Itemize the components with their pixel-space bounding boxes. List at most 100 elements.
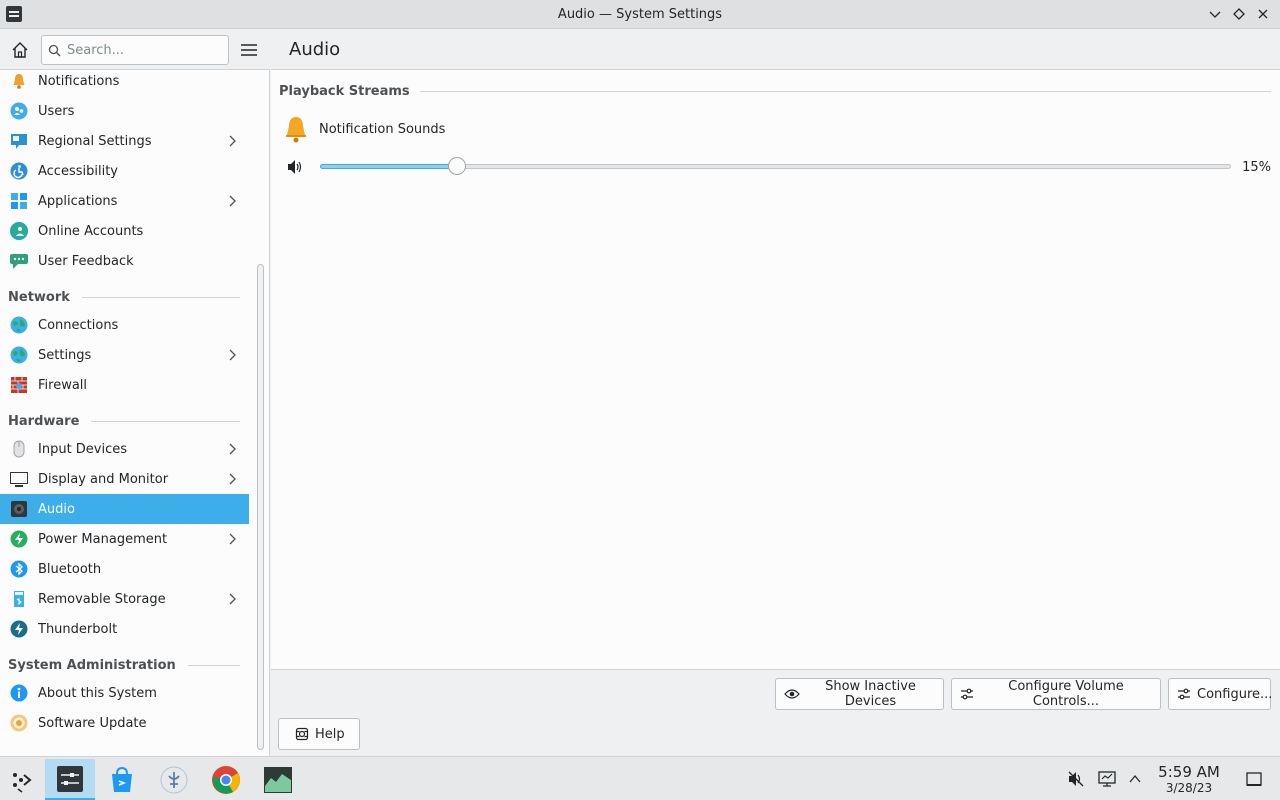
chevron-right-icon bbox=[229, 473, 236, 485]
sidebar-item-user-feedback[interactable]: User Feedback bbox=[0, 246, 249, 276]
application-launcher-button[interactable] bbox=[0, 759, 42, 800]
help-button[interactable]: Help bbox=[278, 718, 360, 750]
sidebar-item-display-and-monitor[interactable]: Display and Monitor bbox=[0, 464, 249, 494]
chevron-right-icon bbox=[229, 135, 236, 147]
sidebar-item-regional-settings[interactable]: Regional Settings bbox=[0, 126, 249, 156]
sidebar-item-label: Input Devices bbox=[38, 441, 128, 457]
configure-volume-controls-button[interactable]: Configure Volume Controls... bbox=[951, 678, 1161, 710]
taskbar-system-monitor[interactable] bbox=[253, 759, 303, 800]
close-icon bbox=[1258, 9, 1268, 19]
sidebar-item-online-accounts[interactable]: Online Accounts bbox=[0, 216, 249, 246]
volume-slider-handle[interactable] bbox=[448, 157, 466, 175]
taskbar-steam[interactable] bbox=[149, 759, 199, 800]
chrome-browser-icon bbox=[212, 766, 240, 794]
search-field[interactable] bbox=[41, 35, 229, 65]
sidebar-item-thunderbolt[interactable]: Thunderbolt bbox=[0, 614, 249, 644]
digital-clock[interactable]: 5:59 AM 3/28/23 bbox=[1148, 763, 1230, 796]
online-accounts-icon bbox=[9, 221, 29, 241]
sidebar-item-label: Notifications bbox=[38, 73, 120, 89]
applications-icon bbox=[9, 191, 29, 211]
sidebar: Notifications Users Regional Settings Ac… bbox=[0, 70, 250, 756]
sidebar-item-notifications[interactable]: Notifications bbox=[0, 70, 249, 96]
regional-settings-icon bbox=[9, 131, 29, 151]
diamond-icon bbox=[1233, 8, 1245, 20]
divider bbox=[91, 420, 240, 422]
sidebar-item-about-this-system[interactable]: About this System bbox=[0, 678, 249, 708]
sidebar-item-label: Power Management bbox=[38, 531, 168, 547]
search-input[interactable] bbox=[67, 42, 217, 58]
divider bbox=[419, 91, 1271, 92]
show-inactive-devices-button[interactable]: Show Inactive Devices bbox=[775, 678, 944, 710]
sidebar-item-label: Applications bbox=[38, 193, 118, 209]
section-header-system-administration: System Administration bbox=[8, 655, 240, 675]
sidebar-item-accessibility[interactable]: Accessibility bbox=[0, 156, 249, 186]
show-hidden-icons-button[interactable] bbox=[1125, 769, 1145, 789]
configure-button[interactable]: Configure... bbox=[1168, 678, 1272, 710]
sliders-icon bbox=[960, 688, 974, 700]
clock-date: 3/28/23 bbox=[1165, 781, 1213, 795]
taskbar-system-settings[interactable] bbox=[45, 759, 95, 800]
taskbar-chrome[interactable] bbox=[201, 759, 251, 800]
system-settings-app-icon bbox=[6, 6, 22, 22]
button-label: Configure Volume Controls... bbox=[1008, 679, 1124, 709]
chevron-right-icon bbox=[229, 593, 236, 605]
minimize-button[interactable] bbox=[1204, 4, 1226, 24]
speaker-volume-icon bbox=[288, 160, 302, 174]
sidebar-item-label: Display and Monitor bbox=[38, 471, 169, 487]
sidebar-item-power-management[interactable]: Power Management bbox=[0, 524, 249, 554]
home-button[interactable] bbox=[8, 38, 32, 62]
sidebar-item-label: Regional Settings bbox=[38, 133, 152, 149]
section-header-network: Network bbox=[8, 287, 240, 307]
app-launcher-icon bbox=[13, 773, 32, 793]
chevron-up-icon bbox=[1129, 774, 1141, 783]
network-tray-icon[interactable] bbox=[1097, 769, 1117, 789]
storage-icon bbox=[9, 589, 29, 609]
sidebar-item-software-update[interactable]: Software Update bbox=[0, 708, 249, 738]
hamburger-menu-button[interactable] bbox=[238, 39, 260, 61]
eye-icon bbox=[784, 688, 800, 700]
sidebar-item-label: Software Update bbox=[38, 715, 147, 731]
content-header: Audio bbox=[271, 29, 1280, 70]
power-icon bbox=[9, 529, 29, 549]
sidebar-item-label: Settings bbox=[38, 347, 92, 363]
sidebar-item-audio[interactable]: Audio bbox=[0, 494, 249, 524]
info-icon bbox=[9, 683, 29, 703]
sidebar-item-label: Bluetooth bbox=[38, 561, 102, 577]
sidebar-item-applications[interactable]: Applications bbox=[0, 186, 249, 216]
sidebar-scrollbar-thumb[interactable] bbox=[257, 264, 264, 750]
feedback-icon bbox=[9, 251, 29, 271]
volume-muted-tray-icon[interactable] bbox=[1066, 769, 1086, 789]
sidebar-item-network-settings[interactable]: Settings bbox=[0, 340, 249, 370]
sidebar-item-removable-storage[interactable]: Removable Storage bbox=[0, 584, 249, 614]
mute-toggle-button[interactable] bbox=[286, 158, 304, 180]
divider bbox=[81, 296, 240, 298]
chevron-right-icon bbox=[229, 349, 236, 361]
sidebar-item-firewall[interactable]: Firewall bbox=[0, 370, 249, 400]
sidebar-item-input-devices[interactable]: Input Devices bbox=[0, 434, 249, 464]
accessibility-icon bbox=[9, 161, 29, 181]
clock-time: 5:59 AM bbox=[1158, 763, 1220, 781]
audio-content: Playback Streams Notification Sounds 15% bbox=[271, 70, 1280, 669]
maximize-button[interactable] bbox=[1228, 4, 1250, 24]
sliders-icon bbox=[1177, 688, 1191, 700]
show-desktop-icon bbox=[1246, 772, 1262, 786]
button-label: Show Inactive Devices bbox=[825, 679, 916, 709]
sidebar-item-bluetooth[interactable]: Bluetooth bbox=[0, 554, 249, 584]
taskbar-discover[interactable] bbox=[97, 759, 147, 800]
stream-name: Notification Sounds bbox=[319, 122, 446, 137]
sidebar-item-label: Firewall bbox=[38, 377, 88, 393]
section-title: Hardware bbox=[8, 413, 80, 429]
show-desktop-button[interactable] bbox=[1244, 769, 1264, 789]
sidebar-item-label: Connections bbox=[38, 317, 119, 333]
section-title: Network bbox=[8, 289, 70, 305]
window-titlebar: Audio — System Settings bbox=[0, 0, 1280, 29]
sidebar-item-label: Online Accounts bbox=[38, 223, 144, 239]
sidebar-item-label: Removable Storage bbox=[38, 591, 166, 607]
mouse-icon bbox=[9, 439, 29, 459]
close-button[interactable] bbox=[1252, 4, 1274, 24]
button-label: Help bbox=[315, 726, 345, 742]
window-title: Audio — System Settings bbox=[557, 6, 723, 22]
system-settings-icon bbox=[57, 765, 83, 792]
sidebar-item-users[interactable]: Users bbox=[0, 96, 249, 126]
sidebar-item-connections[interactable]: Connections bbox=[0, 310, 249, 340]
